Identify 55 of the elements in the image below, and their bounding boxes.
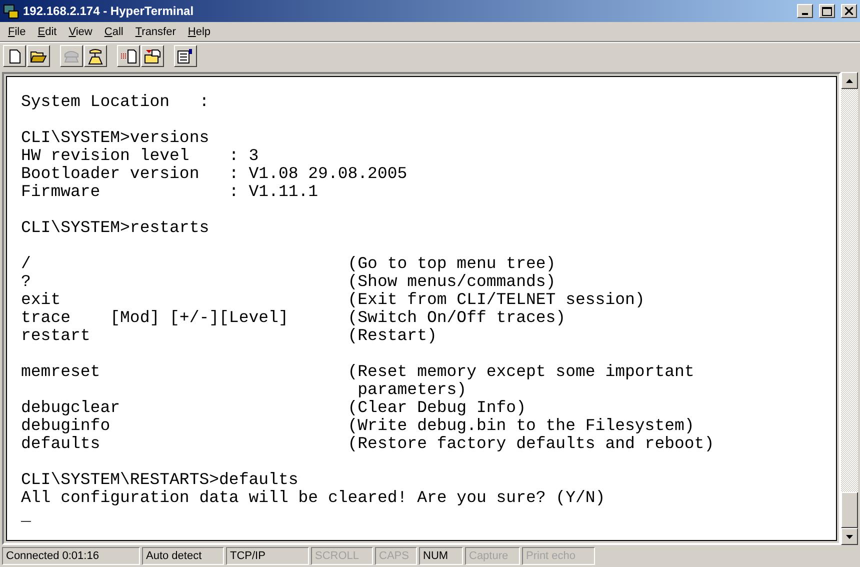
terminal-line: HW revision level : 3 <box>21 146 259 165</box>
terminal-line: All configuration data will be cleared! Are you sure? (Y/N) <box>21 488 606 507</box>
phone-icon <box>63 49 80 63</box>
menu-item[interactable]: Edit <box>32 26 63 38</box>
text-cursor: _ <box>21 506 31 525</box>
maximize-icon <box>822 6 832 16</box>
toolbar-button[interactable] <box>117 45 140 67</box>
terminal-line: memreset (Reset memory except some important <box>21 362 694 381</box>
terminal-line: CLI\SYSTEM>restarts <box>21 218 210 237</box>
terminal-line: parameters) <box>356 380 467 399</box>
terminal-line: ? (Show menus/commands) <box>21 272 556 291</box>
menu-item[interactable]: Call <box>98 26 130 38</box>
terminal-line: System Location : <box>21 92 210 111</box>
send-file-icon <box>120 48 137 64</box>
up-arrow-icon <box>846 78 853 82</box>
terminal-line: debugclear (Clear Debug Info) <box>21 398 526 417</box>
terminal-line: defaults (Restore factory defaults and reboot) <box>21 434 714 453</box>
new-document-icon <box>8 48 20 64</box>
status-pane: Auto detect <box>142 547 224 565</box>
window-title: 192.168.2.174 - HyperTerminal <box>23 4 195 18</box>
receive-file-icon <box>144 48 161 64</box>
status-pane: TCP/IP <box>226 547 309 565</box>
terminal-line: CLI\SYSTEM>versions <box>21 128 210 147</box>
toolbar-button[interactable] <box>27 45 50 67</box>
menu-item[interactable]: View <box>62 26 98 38</box>
status-pane: Connected 0:01:16 <box>2 547 140 565</box>
app-icon <box>3 3 19 19</box>
down-arrow-icon <box>846 534 853 538</box>
terminal-line: Bootloader version : V1.08 29.08.2005 <box>21 164 408 183</box>
terminal-line: / (Go to top menu tree) <box>21 254 556 273</box>
scroll-thumb[interactable] <box>841 492 858 528</box>
terminal-line: restart (Restart) <box>21 326 437 345</box>
menu-item[interactable]: File <box>2 26 32 38</box>
maximize-button[interactable] <box>819 4 835 18</box>
folder-icon <box>30 49 47 63</box>
terminal-line: trace [Mod] [+/-][Level] (Switch On/Off traces) <box>21 308 566 327</box>
phone-icon <box>88 48 103 64</box>
terminal-line: CLI\SYSTEM\RESTARTS>defaults <box>21 470 298 489</box>
close-icon <box>845 7 853 15</box>
scroll-down-button[interactable] <box>841 528 858 545</box>
menu-item[interactable]: Transfer <box>129 26 182 38</box>
terminal-line: debuginfo (Write debug.bin to the Filesystem) <box>21 416 694 435</box>
vertical-scrollbar[interactable] <box>841 72 858 545</box>
scroll-up-button[interactable] <box>841 72 858 89</box>
toolbar-button[interactable] <box>174 45 197 67</box>
minimize-button[interactable] <box>797 4 813 18</box>
terminal-line: exit (Exit from CLI/TELNET session) <box>21 290 645 309</box>
status-pane: NUM <box>419 547 463 565</box>
close-button[interactable] <box>841 4 857 18</box>
properties-icon <box>177 48 194 64</box>
toolbar-button[interactable] <box>141 45 164 67</box>
terminal-line: Firmware : V1.11.1 <box>21 182 318 201</box>
toolbar-button[interactable] <box>3 45 26 67</box>
menu-item[interactable]: Help <box>182 26 217 38</box>
toolbar-button[interactable] <box>84 45 107 67</box>
